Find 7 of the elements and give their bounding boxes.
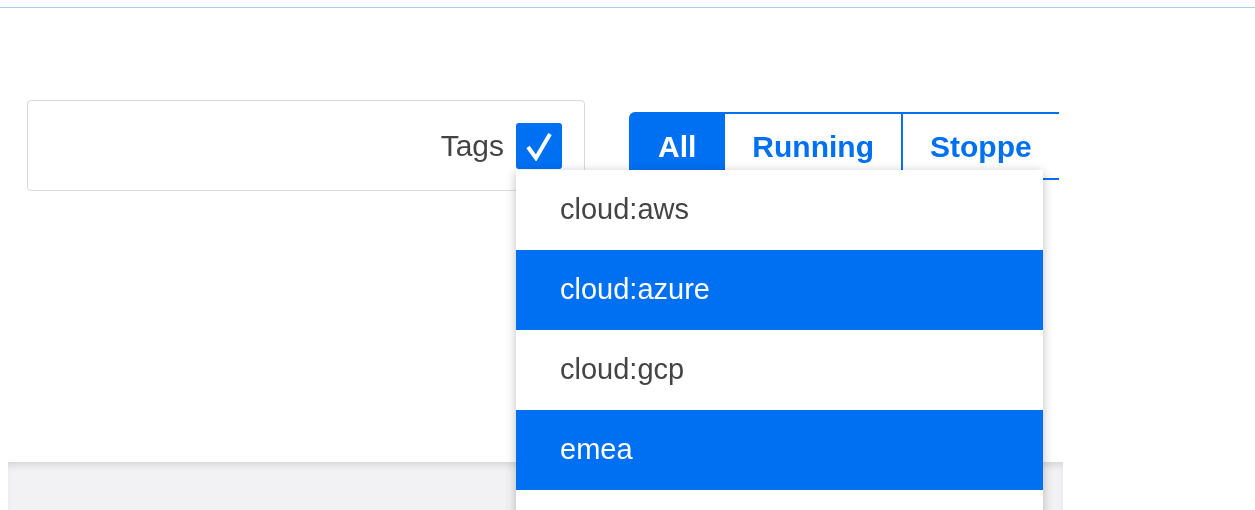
dropdown-option[interactable]: cloud:azure bbox=[516, 250, 1043, 330]
dropdown-option[interactable]: cloud:aws bbox=[516, 170, 1043, 250]
tags-label: Tags bbox=[440, 128, 504, 164]
dropdown-option[interactable]: emea bbox=[516, 410, 1043, 490]
dropdown-option[interactable]: cloud:gcp bbox=[516, 330, 1043, 410]
check-icon bbox=[525, 130, 553, 161]
tags-checkbox[interactable] bbox=[516, 122, 562, 169]
